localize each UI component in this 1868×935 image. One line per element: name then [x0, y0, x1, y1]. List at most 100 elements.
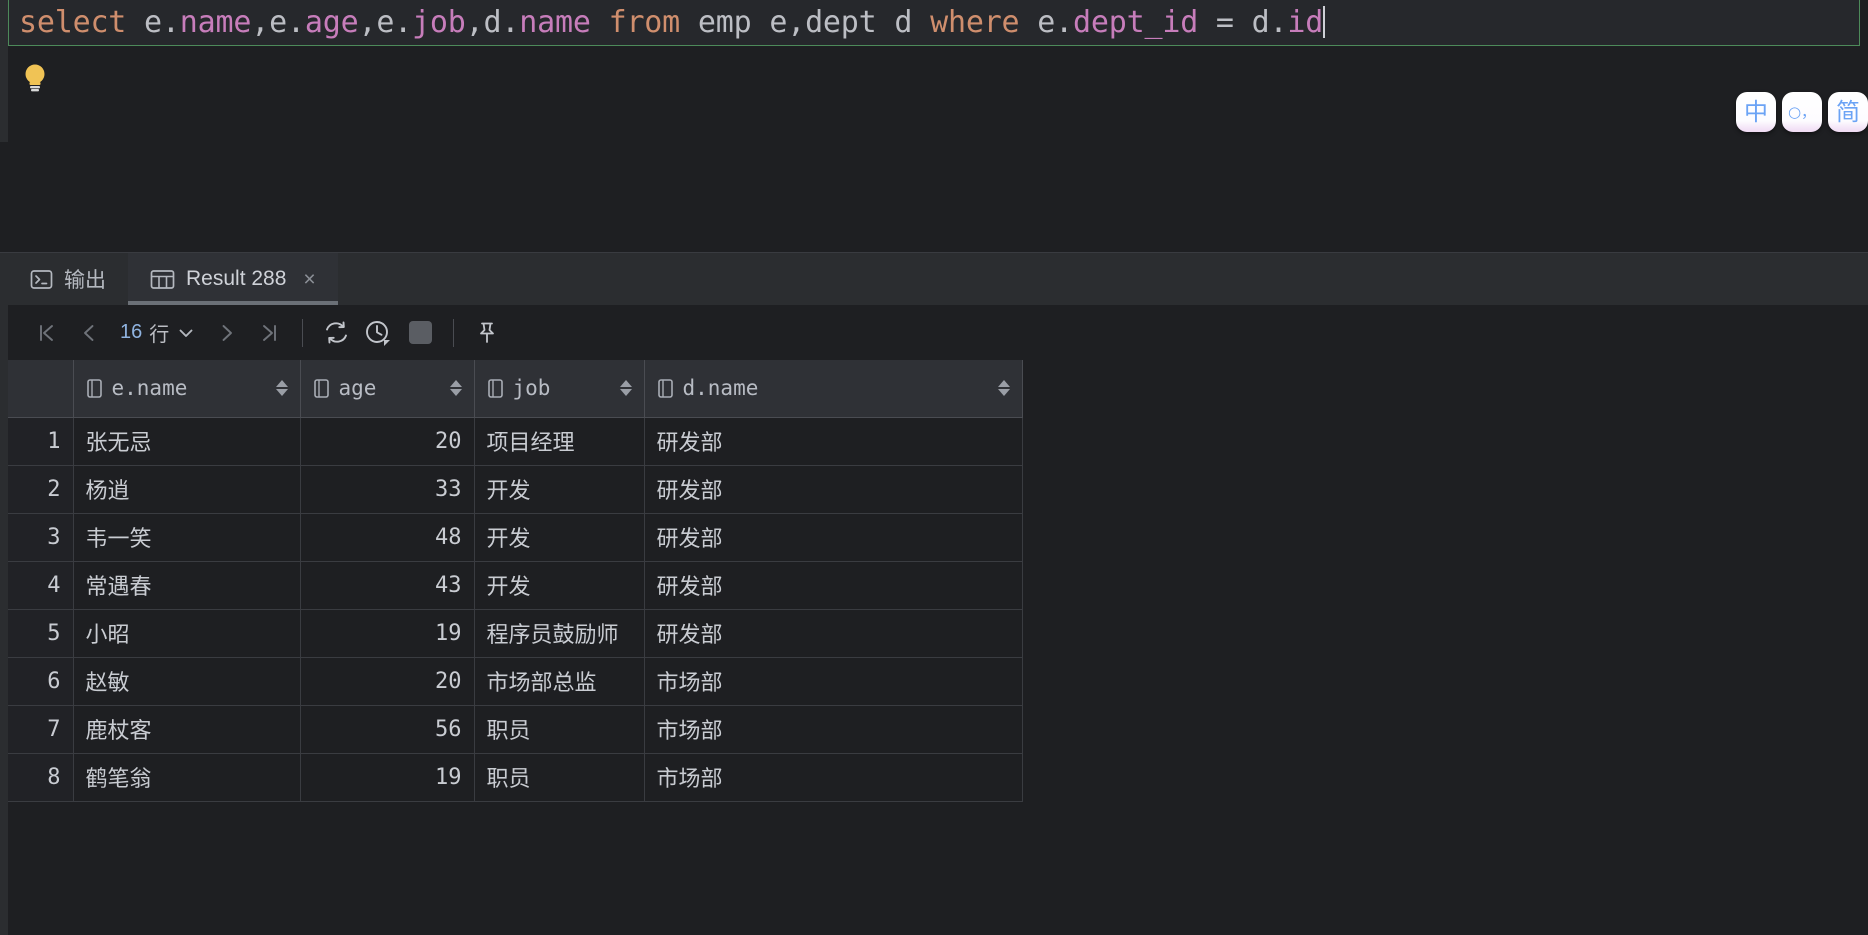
- pin-icon[interactable]: [466, 312, 508, 354]
- grid-cell[interactable]: 20: [300, 657, 475, 706]
- sql-editor-area[interactable]: select e.name,e.age,e.job,d.name from em…: [0, 0, 1868, 142]
- grid-cell[interactable]: 市场部: [644, 753, 1023, 802]
- sort-arrows-icon[interactable]: [275, 380, 288, 397]
- sql-token: name: [519, 5, 591, 40]
- table-row[interactable]: 7 鹿杖客 56 职员 市场部: [8, 705, 1023, 754]
- grid-cell[interactable]: 程序员鼓励师: [474, 609, 645, 658]
- grid-cell[interactable]: 研发部: [644, 513, 1023, 562]
- grid-cell[interactable]: 韦一笑: [73, 513, 301, 562]
- close-icon[interactable]: ×: [303, 269, 315, 290]
- column-type-icon: [313, 378, 330, 399]
- first-page-icon[interactable]: [26, 312, 68, 354]
- grid-cell[interactable]: 杨逍: [73, 465, 301, 514]
- column-header-job[interactable]: job: [474, 360, 645, 418]
- tab-result[interactable]: Result 288 ×: [128, 253, 338, 305]
- row-number[interactable]: 1: [8, 417, 74, 466]
- row-count-number: 16: [120, 321, 143, 343]
- grid-cell[interactable]: 项目经理: [474, 417, 645, 466]
- grid-cell[interactable]: 鹤笔翁: [73, 753, 301, 802]
- column-header-e-name[interactable]: e.name: [73, 360, 301, 418]
- sort-arrows-icon[interactable]: [619, 380, 632, 397]
- sql-token: ,: [465, 5, 484, 40]
- column-type-icon: [487, 378, 504, 399]
- grid-cell[interactable]: 33: [300, 465, 475, 514]
- row-count-selector[interactable]: 16 行: [110, 312, 206, 354]
- next-page-icon[interactable]: [206, 312, 248, 354]
- table-row[interactable]: 2 杨逍 33 开发 研发部: [8, 465, 1023, 514]
- grid-cell[interactable]: 常遇春: [73, 561, 301, 610]
- ime-chinese-mode-label: 中: [1744, 98, 1768, 126]
- grid-cell[interactable]: 开发: [474, 513, 645, 562]
- table-row[interactable]: 1 张无忌 20 项目经理 研发部: [8, 417, 1023, 466]
- prev-page-icon[interactable]: [68, 312, 110, 354]
- grid-cell[interactable]: 开发: [474, 561, 645, 610]
- grid-cell[interactable]: 市场部总监: [474, 657, 645, 706]
- history-clock-icon[interactable]: [357, 312, 399, 354]
- sql-statement-box[interactable]: select e.name,e.age,e.job,d.name from em…: [8, 0, 1860, 46]
- row-number[interactable]: 5: [8, 609, 74, 658]
- editor-results-gap: [0, 142, 1868, 252]
- grid-body: 1 张无忌 20 项目经理 研发部 2 杨逍 33 开发 研发部 3 韦一笑 48 开发 研发部 4 常遇春 43…: [8, 417, 1023, 802]
- table-row[interactable]: 3 韦一笑 48 开发 研发部: [8, 513, 1023, 562]
- row-number[interactable]: 6: [8, 657, 74, 706]
- sql-token: where: [930, 5, 1020, 40]
- sql-statement-text[interactable]: select e.name,e.age,e.job,d.name from em…: [19, 3, 1326, 43]
- column-header-label: job: [512, 376, 551, 401]
- sort-arrows-icon[interactable]: [997, 380, 1010, 397]
- grid-cell[interactable]: 小昭: [73, 609, 301, 658]
- ime-floating-bar[interactable]: 中 ○， 简: [1736, 92, 1868, 132]
- grid-cell[interactable]: 研发部: [644, 465, 1023, 514]
- reload-icon[interactable]: [315, 312, 357, 354]
- stop-icon[interactable]: [399, 312, 441, 354]
- column-header-label: e.name: [111, 376, 188, 401]
- grid-cell[interactable]: 43: [300, 561, 475, 610]
- sql-token: name: [179, 5, 252, 40]
- sort-arrows-icon[interactable]: [449, 380, 462, 397]
- grid-cell[interactable]: 研发部: [644, 609, 1023, 658]
- grid-cell[interactable]: 赵敏: [73, 657, 301, 706]
- ime-punctuation-key[interactable]: ○，: [1782, 92, 1822, 132]
- sql-token: ,: [358, 5, 377, 40]
- grid-cell[interactable]: 48: [300, 513, 475, 562]
- text-caret: [1323, 6, 1326, 38]
- ime-chinese-mode-key[interactable]: 中: [1736, 92, 1776, 132]
- grid-cell[interactable]: 19: [300, 609, 475, 658]
- column-header-d-name[interactable]: d.name: [644, 360, 1023, 418]
- row-number[interactable]: 3: [8, 513, 74, 562]
- lightbulb-icon[interactable]: [22, 62, 48, 92]
- sql-token: e.: [376, 5, 413, 40]
- row-number[interactable]: 7: [8, 705, 74, 754]
- grid-cell[interactable]: 19: [300, 753, 475, 802]
- row-number[interactable]: 8: [8, 753, 74, 802]
- grid-header: e.name age job d.name: [8, 360, 1023, 418]
- row-number[interactable]: 4: [8, 561, 74, 610]
- table-row[interactable]: 5 小昭 19 程序员鼓励师 研发部: [8, 609, 1023, 658]
- chevron-down-icon[interactable]: [176, 323, 196, 343]
- grid-cell[interactable]: 开发: [474, 465, 645, 514]
- row-number[interactable]: 2: [8, 465, 74, 514]
- grid-cell[interactable]: 56: [300, 705, 475, 754]
- ime-simplified-key[interactable]: 简: [1828, 92, 1868, 132]
- results-grid-container[interactable]: e.name age job d.name 1 张无忌 20 项目经理 研发部 …: [8, 360, 1868, 935]
- grid-cell[interactable]: 市场部: [644, 657, 1023, 706]
- grid-cell[interactable]: 市场部: [644, 705, 1023, 754]
- grid-cell[interactable]: 职员: [474, 753, 645, 802]
- table-row[interactable]: 4 常遇春 43 开发 研发部: [8, 561, 1023, 610]
- last-page-icon[interactable]: [248, 312, 290, 354]
- grid-cell[interactable]: 鹿杖客: [73, 705, 301, 754]
- grid-cell[interactable]: 张无忌: [73, 417, 301, 466]
- results-panel: 输出 Result 288 × 16 行 e.name age job d.na…: [0, 252, 1868, 935]
- tab-output[interactable]: 输出: [8, 253, 128, 305]
- rownum-header-cell: [8, 360, 74, 418]
- column-header-label: d.name: [682, 376, 759, 401]
- grid-cell[interactable]: 职员: [474, 705, 645, 754]
- results-grid: e.name age job d.name 1 张无忌 20 项目经理 研发部 …: [8, 360, 1023, 802]
- table-row[interactable]: 6 赵敏 20 市场部总监 市场部: [8, 657, 1023, 706]
- grid-cell[interactable]: 研发部: [644, 561, 1023, 610]
- grid-cell[interactable]: 研发部: [644, 417, 1023, 466]
- column-header-age[interactable]: age: [300, 360, 475, 418]
- table-row[interactable]: 8 鹤笔翁 19 职员 市场部: [8, 753, 1023, 802]
- grid-cell[interactable]: 20: [300, 417, 475, 466]
- sql-token: ,: [251, 5, 270, 40]
